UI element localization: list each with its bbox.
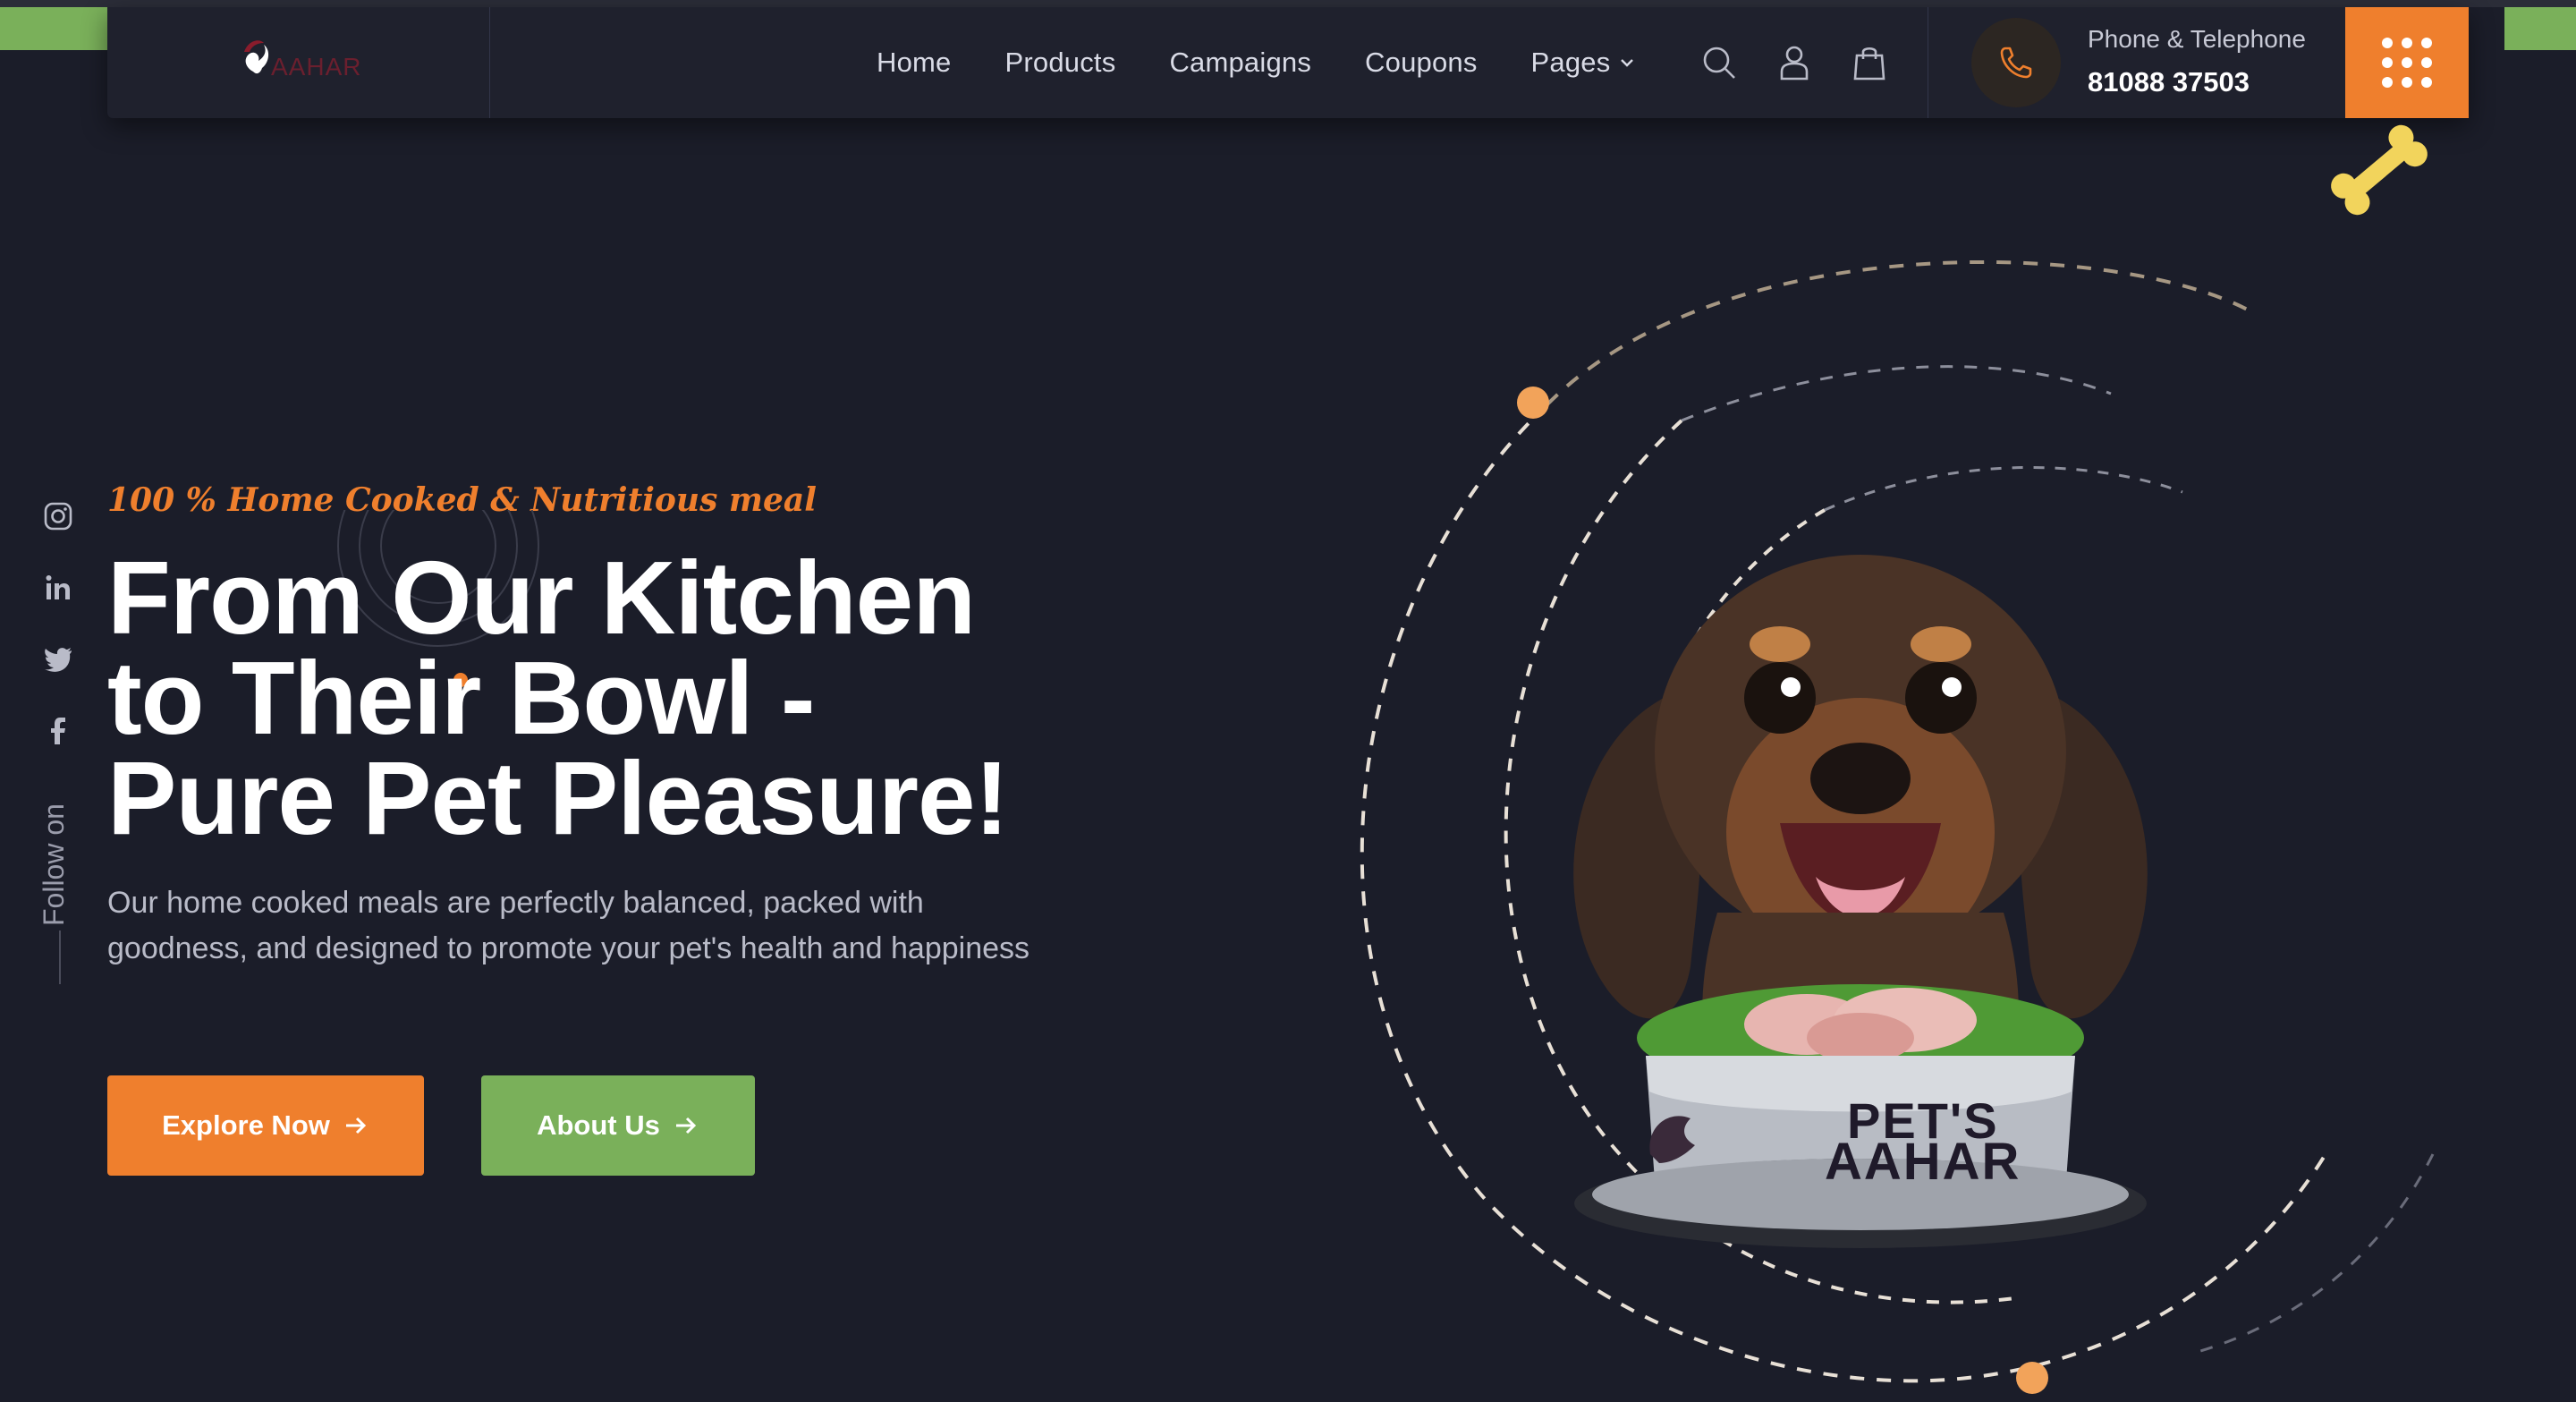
bowl-brand-line-2: AAHAR bbox=[1825, 1133, 2021, 1191]
hero-description: Our home cooked meals are perfectly bala… bbox=[107, 886, 1030, 965]
follow-label: Follow on bbox=[38, 803, 70, 926]
user-icon[interactable] bbox=[1775, 43, 1814, 82]
headline-line-3: Pure Pet Pleasure! bbox=[107, 740, 1009, 856]
social-links bbox=[36, 501, 80, 787]
site-header: AAHAR Home Products Campaigns Coupons Pa… bbox=[107, 7, 2469, 118]
chevron-down-icon bbox=[1621, 59, 1634, 67]
arrow-right-icon bbox=[345, 1117, 366, 1134]
nav-products[interactable]: Products bbox=[1005, 47, 1116, 79]
nav-home-label: Home bbox=[877, 47, 952, 78]
header-accent-left bbox=[0, 7, 116, 50]
nav-coupons[interactable]: Coupons bbox=[1365, 47, 1478, 79]
main-nav: Home Products Campaigns Coupons Pages bbox=[877, 7, 1689, 118]
nav-campaigns-label: Campaigns bbox=[1169, 47, 1312, 78]
headline-line-2: to Their Bowl - bbox=[107, 640, 816, 756]
phone-icon bbox=[2000, 47, 2032, 79]
nav-home[interactable]: Home bbox=[877, 47, 952, 79]
about-us-label: About Us bbox=[537, 1109, 660, 1141]
logo-area: AAHAR bbox=[107, 7, 490, 118]
header-accent-right bbox=[2504, 7, 2576, 50]
hero-headline: From Our Kitchen to Their Bowl - Pure Pe… bbox=[107, 540, 1091, 856]
brand-logo[interactable]: AAHAR bbox=[237, 32, 380, 91]
nav-products-label: Products bbox=[1004, 47, 1116, 78]
follow-divider bbox=[59, 930, 61, 984]
phone-label: Phone & Telephone bbox=[2088, 25, 2306, 53]
grid-menu-button[interactable] bbox=[2345, 7, 2469, 118]
arrow-right-icon bbox=[675, 1117, 696, 1134]
search-icon[interactable] bbox=[1699, 43, 1739, 82]
instagram-icon[interactable] bbox=[43, 501, 73, 531]
twitter-icon[interactable] bbox=[43, 644, 73, 675]
svg-text:AAHAR: AAHAR bbox=[271, 53, 361, 81]
top-border bbox=[0, 0, 2576, 7]
phone-number[interactable]: 81088 37503 bbox=[2088, 66, 2250, 98]
facebook-icon[interactable] bbox=[43, 716, 73, 746]
nav-pages[interactable]: Pages bbox=[1531, 47, 1636, 79]
header-actions bbox=[1699, 7, 1925, 118]
explore-now-label: Explore Now bbox=[162, 1109, 330, 1141]
explore-now-button[interactable]: Explore Now bbox=[107, 1075, 424, 1176]
nav-campaigns[interactable]: Campaigns bbox=[1169, 47, 1311, 79]
grid-menu-icon bbox=[2382, 38, 2393, 48]
contact-block: Phone & Telephone 81088 37503 bbox=[1928, 7, 2375, 118]
nav-pages-label: Pages bbox=[1530, 47, 1611, 78]
phone-button[interactable] bbox=[1971, 18, 2061, 107]
shopping-bag-icon[interactable] bbox=[1850, 43, 1889, 82]
headline-line-1: From Our Kitchen bbox=[107, 540, 976, 656]
bone-icon bbox=[2331, 124, 2428, 216]
linkedin-icon[interactable] bbox=[43, 573, 73, 603]
about-us-button[interactable]: About Us bbox=[481, 1075, 755, 1176]
nav-coupons-label: Coupons bbox=[1365, 47, 1478, 78]
